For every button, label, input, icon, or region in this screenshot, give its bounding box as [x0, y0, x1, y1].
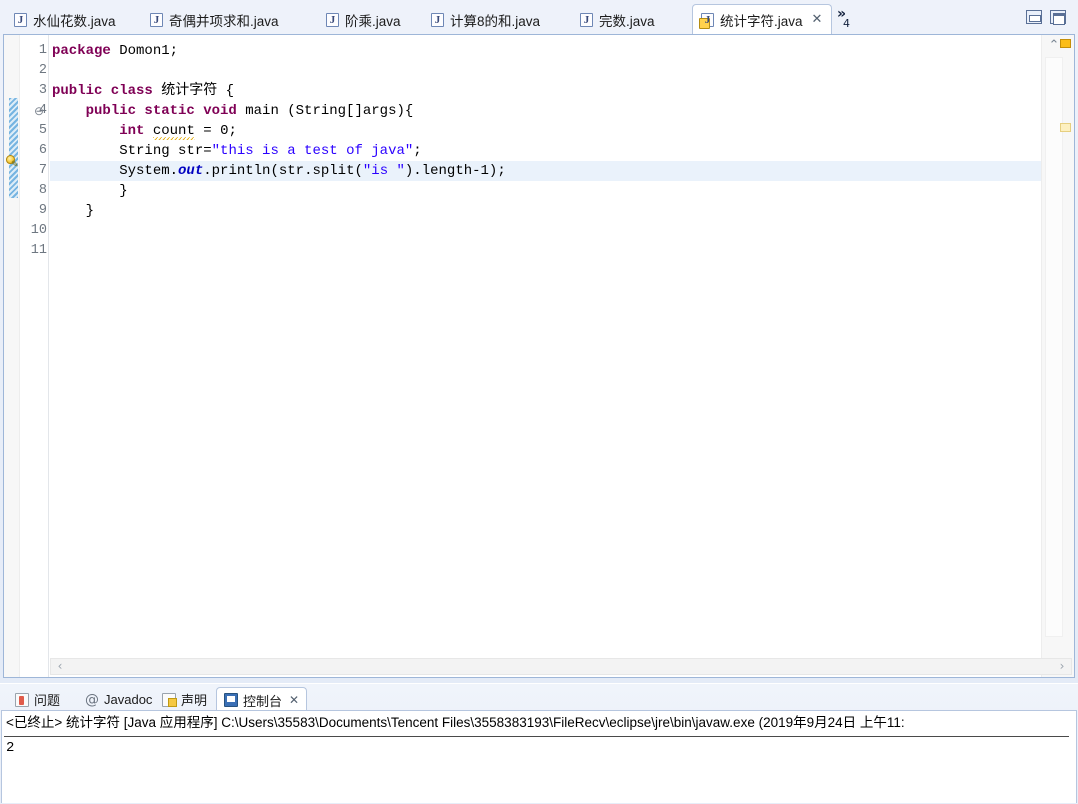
console-divider	[4, 736, 1069, 737]
line-number: 5	[38, 123, 47, 138]
line-number-gutter: 1 2 3 4 5 6 7 8 9 10 11	[21, 35, 47, 677]
editor-tab-5[interactable]: 统计字符.java ✕	[692, 4, 833, 34]
console-launch-header: <已终止> 统计字符 [Java 应用程序] C:\Users\35583\Do…	[6, 715, 905, 730]
editor-window: 水仙花数.java 奇偶并项求和.java 阶乘.java 计算8的和.java 完数.…	[0, 0, 1078, 683]
code-line-7[interactable]: System.out.println(str.split("is ").leng…	[50, 161, 1041, 181]
code-line-10[interactable]	[50, 221, 1041, 241]
tab-close-icon[interactable]: ✕	[812, 13, 823, 26]
bottom-tab-label: Javadoc	[104, 692, 153, 707]
java-file-icon	[14, 13, 27, 28]
editor-frame: ✎ 1 2 3 4 5 6 7 8 9 10 11 package Domon1; public cl…	[3, 34, 1075, 678]
bottom-tab-label: 声明	[181, 693, 208, 708]
line-number: 3	[38, 83, 47, 98]
annotation-ruler[interactable]: ✎	[4, 35, 20, 677]
line-number: 10	[30, 223, 47, 238]
console-output-text: 2	[6, 740, 15, 756]
maximize-icon[interactable]	[1050, 10, 1066, 25]
editor-tab-label: 计算8的和.java	[450, 14, 541, 29]
code-line-11[interactable]	[50, 241, 1041, 261]
eclipse-workbench: 水仙花数.java 奇偶并项求和.java 阶乘.java 计算8的和.java 完数.…	[0, 0, 1078, 804]
change-bar-indicator	[9, 98, 18, 198]
overview-warning-marker-top[interactable]	[1060, 39, 1071, 48]
code-line-5[interactable]: int count = 0;	[50, 121, 1041, 141]
overview-warning-marker[interactable]	[1060, 123, 1071, 132]
code-line-8[interactable]: }	[50, 181, 1041, 201]
bottom-tab-1[interactable]: @ Javadoc	[78, 688, 159, 711]
line-number: 2	[38, 63, 47, 78]
console-icon	[224, 693, 238, 707]
line-number: 8	[38, 183, 47, 198]
java-file-icon	[326, 13, 339, 28]
java-file-warning-icon	[699, 12, 714, 29]
tab-overflow-count: 4	[843, 17, 850, 30]
editor-tab-2[interactable]: 阶乘.java	[318, 6, 410, 34]
bottom-tab-close-icon[interactable]: ✕	[289, 693, 299, 707]
minimize-icon[interactable]	[1026, 10, 1042, 24]
bottom-tab-bar: 问题 @ Javadoc 声明 控制台 ✕	[0, 686, 1078, 712]
console-panel[interactable]: <已终止> 统计字符 [Java 应用程序] C:\Users\35583\Do…	[1, 710, 1077, 803]
code-fold-toggle-icon[interactable]: ⊖	[33, 101, 45, 121]
editor-tab-label: 水仙花数.java	[33, 14, 116, 29]
editor-tab-label: 完数.java	[599, 14, 655, 29]
problems-icon	[15, 692, 29, 707]
line-number: 9	[38, 203, 47, 218]
warning-bulb-icon[interactable]: ✎	[6, 155, 19, 169]
scrollbar-thumb[interactable]	[1045, 57, 1063, 637]
editor-tab-label: 阶乘.java	[345, 14, 401, 29]
line-number: 6	[38, 143, 47, 158]
gutter-separator	[48, 35, 49, 677]
bottom-tab-0[interactable]: 问题	[8, 688, 67, 711]
code-line-9[interactable]: }	[50, 201, 1041, 221]
bottom-tab-label: 控制台	[243, 693, 283, 709]
declaration-icon	[162, 692, 177, 707]
code-line-1[interactable]: package Domon1;	[50, 41, 1041, 61]
editor-tab-1[interactable]: 奇偶并项求和.java	[142, 6, 288, 34]
scroll-right-icon[interactable]: ›	[1054, 659, 1070, 674]
editor-tab-3[interactable]: 计算8的和.java	[423, 6, 549, 34]
editor-tab-bar: 水仙花数.java 奇偶并项求和.java 阶乘.java 计算8的和.java 完数.…	[0, 0, 1078, 34]
tab-overflow-button[interactable]: » 4	[836, 4, 862, 32]
code-line-3[interactable]: public class 统计字符 {	[50, 81, 1041, 101]
bottom-tab-2[interactable]: 声明	[155, 688, 214, 711]
editor-tab-label: 奇偶并项求和.java	[169, 14, 279, 29]
java-file-icon	[431, 13, 444, 28]
editor-tab-0[interactable]: 水仙花数.java	[6, 6, 125, 34]
bottom-tab-3[interactable]: 控制台 ✕	[216, 687, 308, 712]
editor-tab-4[interactable]: 完数.java	[572, 6, 664, 34]
scroll-left-icon[interactable]: ‹	[52, 659, 68, 674]
vertical-scrollbar[interactable]: ⌃ ⌄	[1041, 35, 1074, 677]
code-line-2[interactable]	[50, 61, 1041, 81]
editor-tab-label: 统计字符.java	[720, 13, 803, 29]
line-number: 1	[38, 43, 47, 58]
code-line-4[interactable]: public static void main (String[]args){	[50, 101, 1041, 121]
java-file-icon	[150, 13, 163, 28]
java-file-icon	[580, 13, 593, 28]
bottom-tab-label: 问题	[34, 693, 61, 708]
code-line-6[interactable]: String str="this is a test of java";	[50, 141, 1041, 161]
javadoc-at-icon: @	[85, 691, 99, 708]
line-number: 7	[38, 163, 47, 178]
bottom-view-stack: 问题 @ Javadoc 声明 控制台 ✕ <已终止> 统计字符 [Java 应用程序] …	[0, 684, 1078, 804]
horizontal-scrollbar[interactable]: ‹ ›	[50, 658, 1072, 675]
code-text-area[interactable]: package Domon1; public class 统计字符 { publi…	[50, 35, 1041, 677]
line-number: 11	[30, 243, 47, 258]
